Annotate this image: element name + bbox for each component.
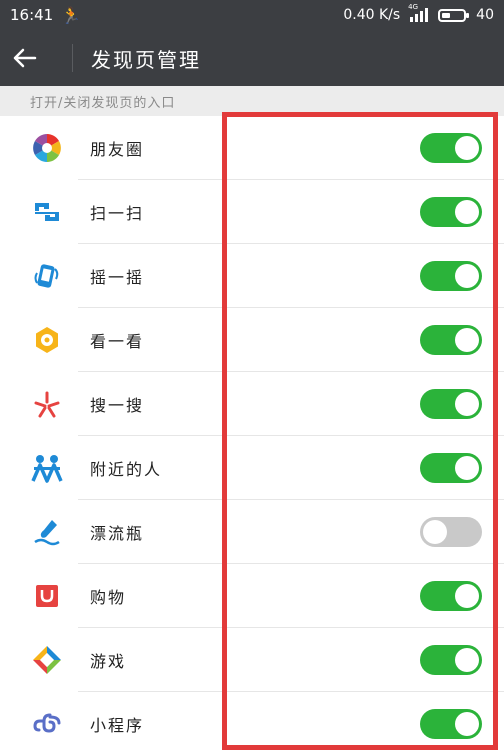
toggle-knob xyxy=(455,200,479,224)
list-item-games: 游戏 xyxy=(0,628,504,692)
toggle-knob xyxy=(455,456,479,480)
list-item-shake: 摇一摇 xyxy=(0,244,504,308)
moments-icon xyxy=(30,131,64,165)
status-time: 16:41 xyxy=(10,6,54,24)
network-speed: 0.40 K/s xyxy=(343,7,401,23)
app-bar: 发现页管理 xyxy=(0,30,504,86)
scan-icon xyxy=(30,195,64,229)
status-bar: 16:41 🏃 0.40 K/s 4G 40 xyxy=(0,0,504,30)
toggle-knob xyxy=(455,264,479,288)
item-label-drift-bottle: 漂流瓶 xyxy=(90,524,145,543)
item-label-scan: 扫一扫 xyxy=(90,204,145,223)
battery-level xyxy=(442,12,451,18)
toggle-moments[interactable] xyxy=(420,133,482,163)
item-label-search: 搜一搜 xyxy=(90,396,145,415)
toggle-knob xyxy=(455,584,479,608)
people-nearby-icon xyxy=(30,451,64,485)
item-label-mini-programs: 小程序 xyxy=(90,716,145,735)
toggle-top-stories[interactable] xyxy=(420,325,482,355)
running-man-icon: 🏃 xyxy=(61,5,82,25)
search-icon xyxy=(30,387,64,421)
list-item-shopping: 购物 xyxy=(0,564,504,628)
toggle-shopping[interactable] xyxy=(420,581,482,611)
toggle-knob xyxy=(455,328,479,352)
list-item-search: 搜一搜 xyxy=(0,372,504,436)
toggle-knob xyxy=(455,136,479,160)
page-title: 发现页管理 xyxy=(91,47,201,72)
list-item-drift-bottle: 漂流瓶 xyxy=(0,500,504,564)
item-label-moments: 朋友圈 xyxy=(90,140,145,159)
section-label: 打开/关闭发现页的入口 xyxy=(0,86,504,116)
list-item-mini-programs: 小程序 xyxy=(0,692,504,755)
shake-icon xyxy=(30,259,64,293)
header-divider xyxy=(72,44,73,72)
item-label-games: 游戏 xyxy=(90,652,127,671)
toggle-mini-programs[interactable] xyxy=(420,709,482,739)
shopping-icon xyxy=(30,579,64,613)
signal-icon: 4G xyxy=(408,3,429,22)
top-stories-icon xyxy=(30,323,64,357)
item-label-top-stories: 看一看 xyxy=(90,332,145,351)
drift-bottle-icon xyxy=(30,515,64,549)
item-label-shopping: 购物 xyxy=(90,588,127,607)
list-item-moments: 朋友圈 xyxy=(0,116,504,180)
item-label-shake: 摇一摇 xyxy=(90,268,145,287)
toggle-knob xyxy=(455,392,479,416)
toggle-people-nearby[interactable] xyxy=(420,453,482,483)
toggle-search[interactable] xyxy=(420,389,482,419)
network-type: 4G xyxy=(408,3,419,11)
games-icon xyxy=(30,643,64,677)
toggle-knob xyxy=(423,520,447,544)
battery-icon xyxy=(438,8,470,22)
list-item-people-nearby: 附近的人 xyxy=(0,436,504,500)
item-label-people-nearby: 附近的人 xyxy=(90,460,163,479)
back-arrow-icon[interactable] xyxy=(0,30,50,86)
toggle-knob xyxy=(455,712,479,736)
toggle-drift-bottle[interactable] xyxy=(420,517,482,547)
discover-entry-list: 朋友圈 扫一扫 摇一摇 看一看 搜一搜 附近的人 漂流瓶 购物 游戏 小程序 xyxy=(0,116,504,755)
list-item-scan: 扫一扫 xyxy=(0,180,504,244)
mini-programs-icon xyxy=(30,707,64,741)
toggle-knob xyxy=(455,648,479,672)
toggle-shake[interactable] xyxy=(420,261,482,291)
list-item-top-stories: 看一看 xyxy=(0,308,504,372)
toggle-games[interactable] xyxy=(420,645,482,675)
toggle-scan[interactable] xyxy=(420,197,482,227)
battery-text: 40 xyxy=(476,7,494,23)
